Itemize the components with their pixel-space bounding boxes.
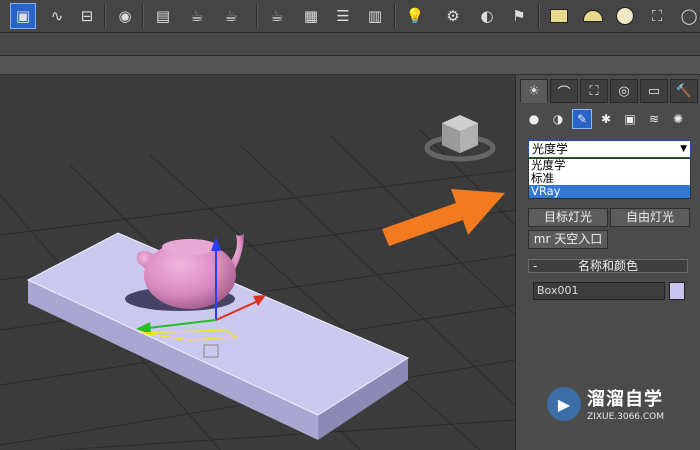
teapot-render2-icon[interactable]: ☕ (264, 3, 290, 29)
orange-arrow (382, 189, 505, 246)
dropdown-value: 光度学 (532, 142, 569, 156)
dropdown-option-vray[interactable]: VRay (529, 185, 690, 198)
render-window-icon[interactable]: ▦ (298, 3, 324, 29)
render-setup-icon[interactable]: ▤ (150, 3, 176, 29)
display-tab-icon[interactable]: ▭ (640, 79, 668, 103)
main-toolbar: ▣ ∿ ⊟ ◉ ▤ ☕ ☕ ☕ ▦ ☰ ▥ 💡 ⚙ ◐ ⚑ ⛶ ◯ (0, 0, 700, 33)
select-window-icon[interactable]: ▣ (10, 3, 36, 29)
list-icon[interactable]: ☰ (330, 3, 356, 29)
name-color-rollout[interactable]: - 名称和颜色 (528, 259, 688, 273)
watermark-url: ZIXUE.3066.COM (587, 412, 665, 422)
motion-tab-icon[interactable]: ◎ (610, 79, 638, 103)
render-frame-icon[interactable]: ☕ (184, 3, 210, 29)
panel-tabs: ☀ ⌒ ⛶ ◎ ▭ 🔨 (520, 79, 700, 103)
play-logo-icon: ▶ (547, 387, 581, 421)
curve-editor-icon[interactable]: ∿ (44, 3, 70, 29)
create-tab-icon[interactable]: ☀ (520, 79, 548, 103)
chevron-down-icon[interactable]: ▼ (680, 141, 687, 157)
box-primitive-icon[interactable] (546, 3, 572, 29)
light-bulb-icon[interactable]: 💡 (402, 3, 428, 29)
layer-icon[interactable]: ▥ (362, 3, 388, 29)
object-name-field[interactable]: Box001 (533, 282, 665, 300)
sphere-light-icon[interactable]: ◐ (474, 3, 500, 29)
target-light-button[interactable]: 目标灯光 (528, 208, 608, 227)
watermark: ▶ 溜溜自学 ZIXUE.3066.COM (543, 383, 665, 433)
camera-icon[interactable]: ⚙ (440, 3, 466, 29)
viewport-label-strip (0, 56, 700, 75)
circle-icon[interactable] (612, 3, 638, 29)
teapot-small-icon[interactable]: ☕ (218, 3, 244, 29)
utilities-tab-icon[interactable]: 🔨 (670, 79, 698, 103)
watermark-title: 溜溜自学 (587, 389, 663, 410)
scene-canvas (0, 115, 515, 450)
light-type-dropdown[interactable]: 光度学 ▼ (528, 140, 691, 158)
modify-tab-icon[interactable]: ⌒ (550, 79, 578, 103)
basket-icon[interactable]: ⛶ (644, 3, 670, 29)
space-warps-icon[interactable]: ≋ (644, 109, 664, 129)
dropdown-list: 光度学 标准 VRay (528, 158, 691, 199)
video-camera-icon[interactable]: ⚑ (506, 3, 532, 29)
hierarchy-tab-icon[interactable]: ⛶ (580, 79, 608, 103)
perspective-viewport[interactable] (0, 75, 515, 450)
lights-icon[interactable]: ✎ (572, 109, 592, 129)
material-editor-icon[interactable]: ◉ (112, 3, 138, 29)
helpers-icon[interactable]: ▣ (620, 109, 640, 129)
ring-icon[interactable]: ◯ (676, 3, 700, 29)
schematic-icon[interactable]: ⊟ (74, 3, 100, 29)
systems-icon[interactable]: ✺ (668, 109, 688, 129)
rollout-title: 名称和颜色 (577, 259, 638, 273)
free-light-button[interactable]: 自由灯光 (610, 208, 690, 227)
shapes-icon[interactable]: ◑ (548, 109, 568, 129)
view-cube-icon (424, 115, 496, 162)
cameras-icon[interactable]: ✱ (596, 109, 616, 129)
object-color-swatch[interactable] (669, 282, 685, 300)
geometry-icon[interactable]: ● (524, 109, 544, 129)
create-category-bar: ● ◑ ✎ ✱ ▣ ≋ ✺ (524, 109, 699, 131)
ribbon-strip (0, 33, 700, 56)
sky-portal-button[interactable]: mr 天空入口 (528, 230, 608, 249)
dome-icon[interactable] (580, 3, 606, 29)
